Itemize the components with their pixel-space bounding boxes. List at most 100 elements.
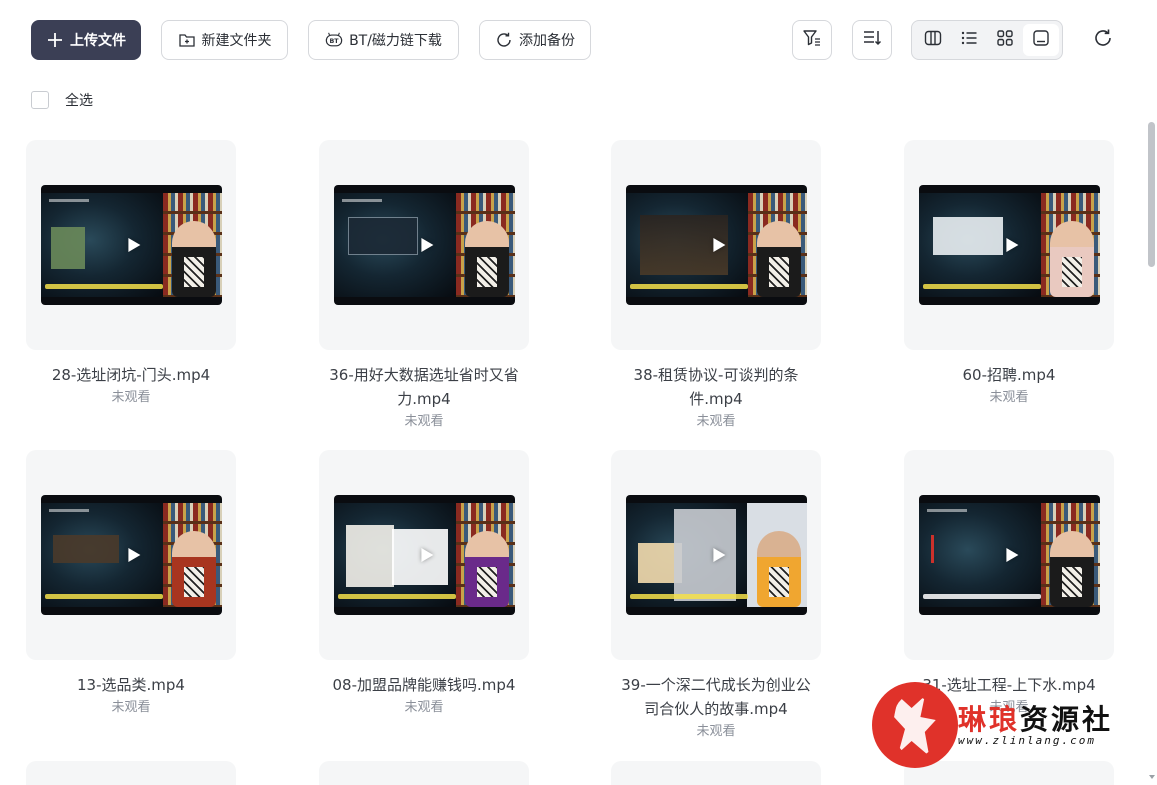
video-thumbnail [626,495,807,615]
watermark-brand-red: 琳琅 [958,703,1021,736]
file-card[interactable] [26,761,236,785]
file-card[interactable] [611,761,821,785]
video-thumbnail [41,185,222,305]
plus-icon [46,31,64,49]
grid-view-button[interactable] [987,24,1023,56]
video-caption [923,594,1041,599]
video-thumbnail [626,185,807,305]
speaker-image [757,531,801,607]
folder-plus-icon [178,31,196,49]
file-thumbnail[interactable] [904,140,1114,350]
columns-view-icon [924,29,942,51]
file-card[interactable]: 28-选址闭坑-门头.mp4 未观看 [26,140,236,407]
document-image [346,525,394,587]
filter-icon [802,28,822,52]
play-icon [420,548,433,562]
thumbnail-view-icon [1032,29,1050,51]
file-card[interactable]: 08-加盟品牌能赚钱吗.mp4 未观看 [319,450,529,717]
file-card[interactable]: 13-选品类.mp4 未观看 [26,450,236,717]
file-thumbnail[interactable] [611,450,821,660]
new-folder-button[interactable]: 新建文件夹 [161,20,288,60]
presenter-image [1050,221,1094,297]
file-name[interactable]: 36-用好大数据选址省时又省力.mp4 [319,363,529,411]
file-thumbnail[interactable] [319,761,529,785]
video-thumbnail [334,185,515,305]
file-thumbnail[interactable] [319,140,529,350]
video-caption [923,284,1041,289]
select-all-checkbox[interactable] [31,91,49,109]
file-card[interactable]: 36-用好大数据选址省时又省力.mp4 未观看 [319,140,529,431]
watch-status: 未观看 [696,414,736,429]
bt-icon: BT [325,31,343,49]
filter-button[interactable] [792,20,832,60]
file-name[interactable]: 38-租赁协议-可谈判的条件.mp4 [611,363,821,411]
file-thumbnail[interactable] [611,761,821,785]
file-thumbnail[interactable] [904,450,1114,660]
file-card[interactable]: 31-选址工程-上下水.mp4 未观看 [904,450,1114,717]
file-card[interactable]: 39-一个深二代成长为创业公司合伙人的故事.mp4 未观看 [611,450,821,741]
file-thumbnail[interactable] [611,140,821,350]
watch-status: 未观看 [404,414,444,429]
scrollbar-thumb[interactable] [1148,122,1155,267]
file-name[interactable]: 13-选品类.mp4 [26,673,236,697]
table-image [933,217,1003,255]
data-panel-image [348,217,418,255]
new-folder-button-label: 新建文件夹 [201,33,272,49]
portrait-image [674,509,736,601]
video-caption [630,594,748,599]
presenter-image [465,221,509,297]
sync-icon [495,31,513,49]
product-images [53,535,119,563]
file-name[interactable]: 08-加盟品牌能赚钱吗.mp4 [319,673,529,697]
list-view-icon [960,29,978,51]
watermark-brand-dark: 资源社 [1020,703,1114,736]
file-card[interactable] [319,761,529,785]
play-icon [712,238,725,252]
toolbar: 上传文件 新建文件夹 BT BT/磁力链下载 添加备份 [0,0,1157,80]
watermark: 琳琅资源社 www.zlinlang.com [870,680,1130,770]
video-caption [45,284,163,289]
thumbnail-view-button[interactable] [1023,24,1059,56]
video-thumbnail [41,495,222,615]
watch-status: 未观看 [111,390,151,405]
refresh-button[interactable] [1083,20,1123,60]
video-thumbnail [919,185,1100,305]
refresh-icon [1092,27,1114,53]
sort-icon [862,28,882,52]
play-icon [712,548,725,562]
play-icon [127,548,140,562]
presenter-image [172,531,216,607]
watch-status: 未观看 [404,700,444,715]
watch-status: 未观看 [111,700,151,715]
file-card[interactable]: 60-招聘.mp4 未观看 [904,140,1114,407]
svg-text:BT: BT [330,38,340,45]
file-name[interactable]: 28-选址闭坑-门头.mp4 [26,363,236,387]
watch-status: 未观看 [696,724,736,739]
columns-view-button[interactable] [915,24,951,56]
upload-button[interactable]: 上传文件 [31,20,141,60]
file-thumbnail[interactable] [319,450,529,660]
play-icon [420,238,433,252]
video-thumbnail [334,495,515,615]
storefront-image [51,227,85,269]
file-card[interactable]: 38-租赁协议-可谈判的条件.mp4 未观看 [611,140,821,431]
bt-download-button-label: BT/磁力链下载 [349,33,442,49]
file-thumbnail[interactable] [26,140,236,350]
video-thumbnail [919,495,1100,615]
file-name[interactable]: 39-一个深二代成长为创业公司合伙人的故事.mp4 [611,673,821,721]
video-caption [630,284,748,289]
file-name[interactable]: 60-招聘.mp4 [904,363,1114,387]
bt-download-button[interactable]: BT BT/磁力链下载 [308,20,459,60]
list-panel [931,535,997,563]
play-icon [1005,238,1018,252]
add-backup-button[interactable]: 添加备份 [479,20,591,60]
video-caption [45,594,163,599]
file-thumbnail[interactable] [26,761,236,785]
dragon-logo-icon [872,682,958,768]
sort-button[interactable] [852,20,892,60]
list-view-button[interactable] [951,24,987,56]
presenter-image [757,221,801,297]
file-thumbnail[interactable] [26,450,236,660]
view-mode-switcher [911,20,1063,60]
scroll-down-arrow-icon[interactable] [1149,775,1155,779]
